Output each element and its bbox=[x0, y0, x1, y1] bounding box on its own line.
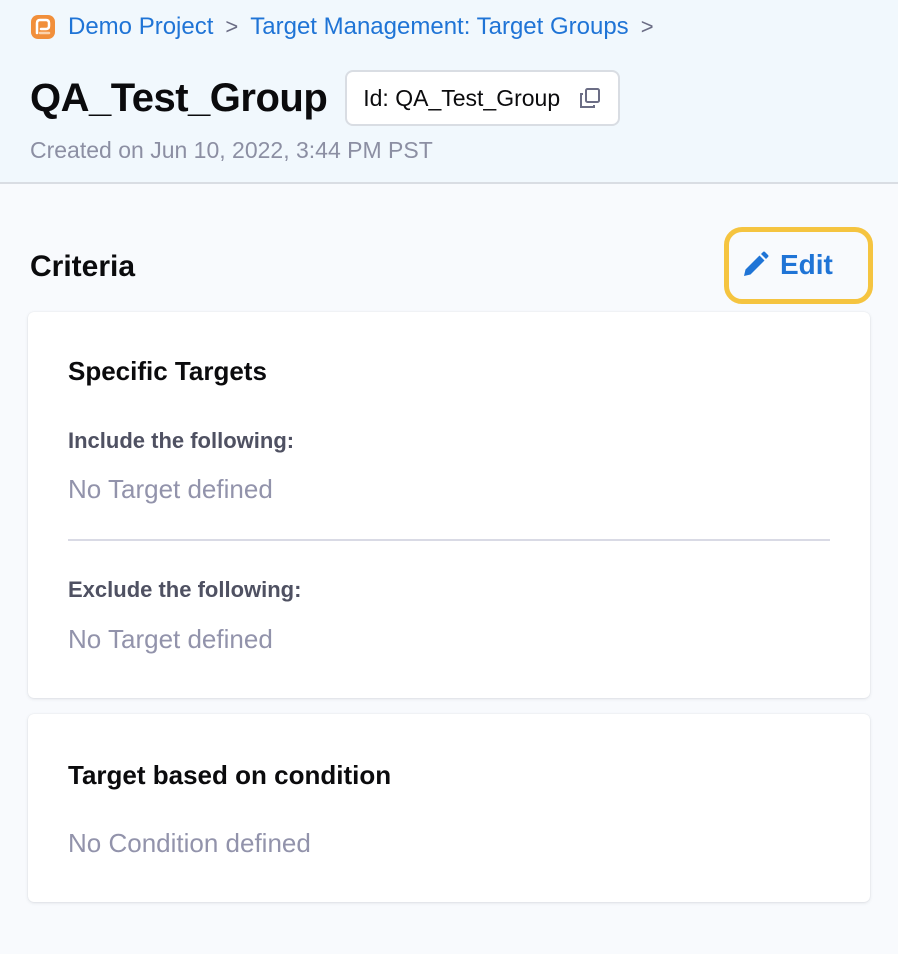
copy-icon[interactable] bbox=[578, 86, 602, 110]
include-label: Include the following: bbox=[68, 428, 295, 453]
chevron-right-icon: > bbox=[225, 14, 239, 39]
project-logo-icon bbox=[30, 14, 56, 40]
divider bbox=[68, 539, 830, 541]
edit-button-label: Edit bbox=[780, 249, 833, 280]
exclude-label: Exclude the following: bbox=[68, 577, 302, 602]
include-empty-text: No Target defined bbox=[68, 474, 273, 504]
specific-targets-card: Specific Targets Include the following: … bbox=[28, 312, 870, 698]
specific-targets-heading: Specific Targets bbox=[68, 356, 267, 386]
condition-heading: Target based on condition bbox=[68, 760, 392, 790]
condition-empty-text: No Condition defined bbox=[68, 828, 311, 858]
created-timestamp: Created on Jun 10, 2022, 3:44 PM PST bbox=[30, 137, 433, 163]
title-row: QA_Test_Group Id: QA_Test_Group bbox=[30, 70, 621, 126]
pencil-icon bbox=[744, 251, 769, 276]
edit-button[interactable]: Edit bbox=[740, 243, 833, 287]
id-chip-text: Id: QA_Test_Group bbox=[363, 84, 561, 111]
exclude-empty-text: No Target defined bbox=[68, 624, 273, 654]
chevron-right-icon: > bbox=[640, 14, 654, 39]
breadcrumb: Demo Project > Target Management: Target… bbox=[30, 12, 666, 42]
breadcrumb-target-groups[interactable]: Target Management: Target Groups bbox=[250, 13, 628, 41]
breadcrumb-demo-project[interactable]: Demo Project bbox=[68, 13, 213, 41]
page-header: Demo Project > Target Management: Target… bbox=[0, 0, 898, 184]
condition-card: Target based on condition No Condition d… bbox=[28, 714, 870, 902]
criteria-title: Criteria bbox=[30, 250, 136, 283]
id-chip: Id: QA_Test_Group bbox=[345, 70, 621, 126]
page-title: QA_Test_Group bbox=[30, 75, 328, 120]
